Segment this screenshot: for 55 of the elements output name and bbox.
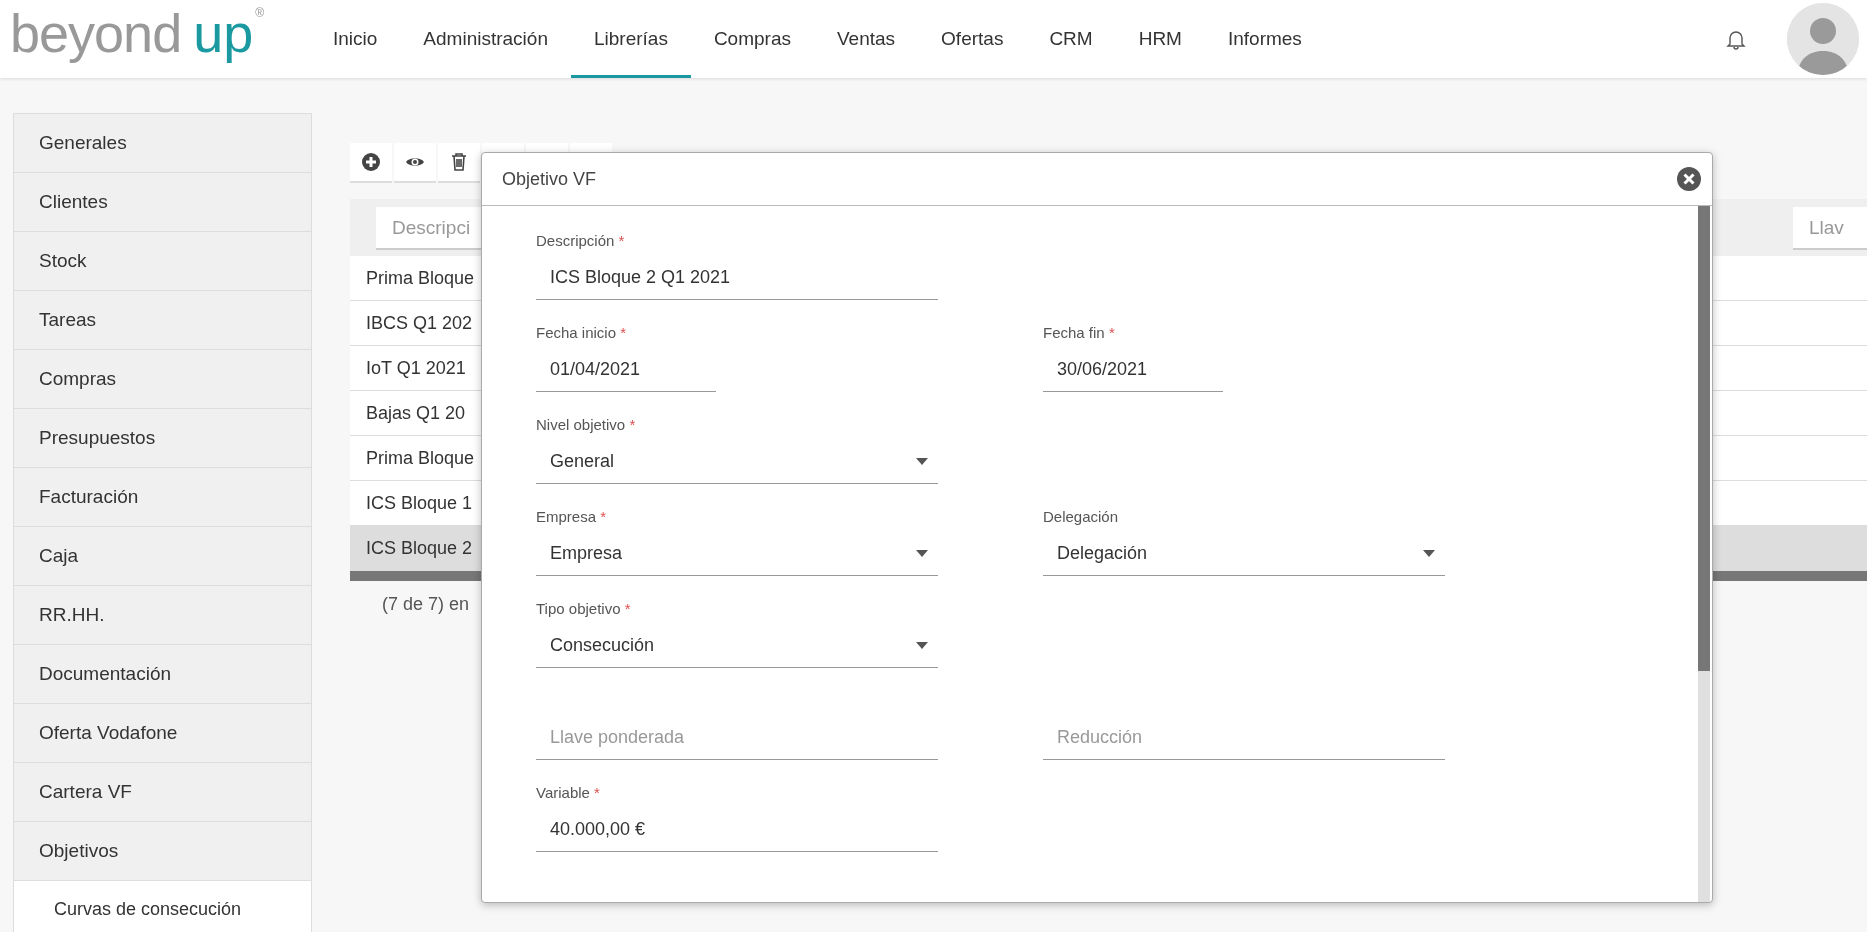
caret-icon [916, 549, 928, 558]
field-label: Tipo objetivo * [536, 600, 631, 619]
sidebar-item[interactable]: RR.HH. [14, 586, 311, 645]
dropdown[interactable]: Delegación [1043, 532, 1445, 576]
nav-tab[interactable]: Ventas [813, 0, 919, 78]
view-button[interactable] [394, 143, 436, 183]
sidebar-item[interactable]: Documentación [14, 645, 311, 704]
sidebar-item[interactable]: Facturación [14, 468, 311, 527]
sidebar-item[interactable]: Presupuestos [14, 409, 311, 468]
sidebar-item[interactable]: Stock [14, 232, 311, 291]
sidebar-item[interactable]: Clientes [14, 173, 311, 232]
nav-tab[interactable]: Librerías [570, 0, 691, 78]
sidebar-item[interactable]: Cartera VF [14, 763, 311, 822]
nav-tab[interactable]: Ofertas [918, 0, 1027, 78]
date-field[interactable]: 30/06/2021 [1043, 348, 1223, 392]
scrollbar[interactable] [1698, 206, 1710, 902]
dropdown[interactable]: Empresa [536, 532, 938, 576]
nav-tab[interactable]: Compras [690, 0, 814, 78]
sidebar-item[interactable]: Generales [14, 114, 311, 173]
sidebar-item[interactable]: Compras [14, 350, 311, 409]
trash-icon [449, 152, 469, 172]
bell-icon[interactable] [1725, 28, 1747, 50]
nav-tab[interactable]: CRM [1026, 0, 1116, 78]
filter-field[interactable]: Llav [1793, 207, 1867, 250]
field-label: Fecha fin * [1043, 324, 1115, 343]
dropdown[interactable]: Consecución [536, 624, 938, 668]
nav-tab[interactable]: Administración [400, 0, 571, 78]
sidebar-item[interactable]: Objetivos [14, 822, 311, 881]
add-icon [361, 152, 381, 172]
close-icon[interactable] [1676, 166, 1702, 192]
nav-tab[interactable]: Informes [1204, 0, 1325, 78]
sidebar-item[interactable]: Tareas [14, 291, 311, 350]
field-label: Descripción * [536, 232, 625, 251]
field-label: Variable * [536, 784, 600, 803]
caret-icon [916, 641, 928, 650]
sidebar-item[interactable]: Caja [14, 527, 311, 586]
pagination-text: (7 de 7) en [382, 594, 470, 615]
field-label: Nivel objetivo * [536, 416, 636, 435]
sidebar-item[interactable]: Oferta Vodafone [14, 704, 311, 763]
sidebar-subitem[interactable]: Curvas de consecución [14, 881, 311, 932]
logo: beyond up® [9, 2, 266, 65]
input-field[interactable]: 40.000,00 € [536, 808, 938, 852]
dropdown[interactable]: General [536, 440, 938, 484]
delete-button[interactable] [438, 143, 480, 183]
dialog-title: Objetivo VF [502, 168, 597, 190]
date-field[interactable]: 01/04/2021 [536, 348, 716, 392]
field-label: Fecha inicio * [536, 324, 627, 343]
field-label: Empresa * [536, 508, 607, 527]
caret-icon [1423, 549, 1435, 558]
nav-tab[interactable]: Inicio [310, 0, 401, 78]
caret-icon [916, 457, 928, 466]
input-field[interactable]: ICS Bloque 2 Q1 2021 [536, 256, 938, 300]
add-button[interactable] [350, 143, 392, 183]
field-label: Delegación [1043, 508, 1119, 527]
nav-tab[interactable]: HRM [1115, 0, 1205, 78]
